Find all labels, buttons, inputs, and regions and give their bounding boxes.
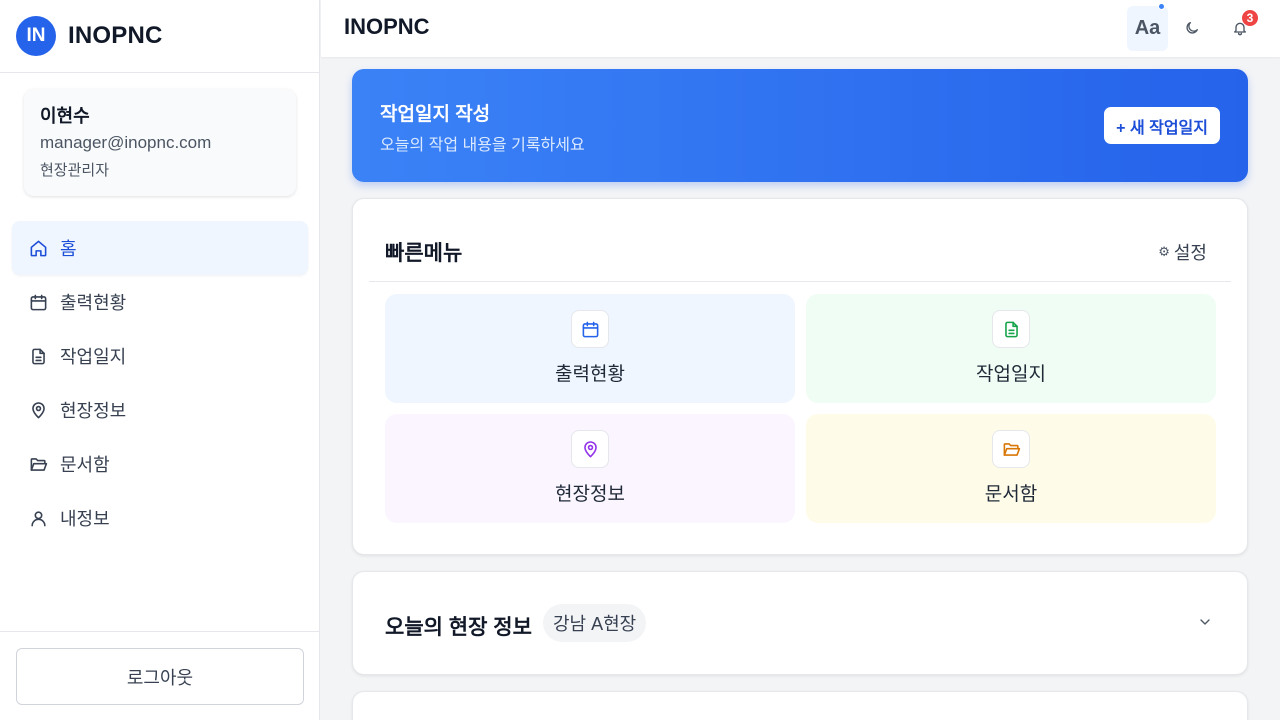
theme-toggle-button[interactable] [1179,14,1205,42]
moon-icon [1186,22,1198,34]
sidebar-item-documents[interactable]: 문서함 [12,437,308,491]
sidebar: IN INOPNC 이현수 manager@inopnc.com 현장관리자 홈… [0,0,320,720]
sidebar-item-daily-report[interactable]: 작업일지 [12,329,308,383]
font-size-label: Aa [1134,17,1161,39]
calendar-icon [28,292,48,312]
new-daily-report-button[interactable]: + 새 작업일지 [1104,107,1220,144]
document-icon [28,346,48,366]
quick-tile-daily-report[interactable]: 작업일지 [806,294,1216,403]
sidebar-item-label: 홈 [60,239,77,259]
brand: IN INOPNC [0,0,319,73]
sidebar-item-profile[interactable]: 내정보 [12,491,308,545]
sidebar-item-home[interactable]: 홈 [12,221,308,275]
map-pin-icon [571,430,609,468]
sidebar-item-label: 현장정보 [60,401,127,421]
brand-name: INOPNC [68,22,163,49]
chevron-down-icon[interactable] [1197,614,1213,630]
map-pin-icon [28,400,48,420]
sidebar-nav: 홈 출력현황 작업일지 현장정보 문서함 내정보 [12,221,308,545]
quick-tile-site-info[interactable]: 현장정보 [385,414,795,523]
notification-badge: 3 [1242,10,1258,26]
sidebar-item-label: 내정보 [60,509,110,529]
home-icon [28,238,48,258]
quick-tile-documents[interactable]: 문서함 [806,414,1216,523]
quick-tile-attendance[interactable]: 출력현황 [385,294,795,403]
folder-open-icon [992,430,1030,468]
top-header: INOPNC Aa 3 [321,0,1280,57]
quick-menu-title: 빠른메뉴 [385,242,463,265]
divider [369,281,1231,282]
quick-menu-settings-button[interactable]: ⚙ 설정 [1158,239,1207,265]
document-icon [992,310,1030,348]
next-card [352,691,1248,720]
sidebar-item-label: 작업일지 [60,347,127,367]
calendar-icon [571,310,609,348]
daily-report-banner: 작업일지 작성 오늘의 작업 내용을 기록하세요 + 새 작업일지 [352,69,1248,182]
sidebar-footer: 로그아웃 [0,631,320,720]
user-name: 이현수 [40,106,90,126]
tile-label: 현장정보 [555,484,625,505]
site-info-title: 오늘의 현장 정보 [385,616,532,639]
page-title: INOPNC [344,14,430,39]
site-info-card[interactable]: 오늘의 현장 정보 강남 A현장 [352,571,1248,675]
banner-title: 작업일지 작성 [380,104,491,125]
tile-label: 작업일지 [976,364,1046,385]
user-card: 이현수 manager@inopnc.com 현장관리자 [24,89,296,196]
quick-menu-card: 빠른메뉴 ⚙ 설정 출력현황 작업일지 현장정보 문서함 [352,198,1248,555]
site-name-badge: 강남 A현장 [543,604,647,642]
sidebar-item-attendance[interactable]: 출력현황 [12,275,308,329]
sidebar-item-label: 출력현황 [60,293,127,313]
brand-logo[interactable]: IN [16,16,56,56]
font-indicator-dot [1158,3,1165,10]
font-size-button[interactable]: Aa [1127,3,1168,51]
sidebar-item-site-info[interactable]: 현장정보 [12,383,308,437]
sidebar-item-label: 문서함 [60,455,110,475]
settings-label: 설정 [1173,243,1207,263]
gear-icon: ⚙ [1158,244,1170,259]
user-role: 현장관리자 [40,162,110,179]
user-email: manager@inopnc.com [40,133,212,152]
tile-label: 출력현황 [555,364,625,385]
tile-label: 문서함 [984,484,1038,505]
notifications-button[interactable]: 3 [1227,10,1258,42]
logout-button[interactable]: 로그아웃 [16,648,304,705]
folder-open-icon [28,454,48,474]
banner-subtitle: 오늘의 작업 내용을 기록하세요 [380,137,585,154]
user-icon [28,508,48,528]
